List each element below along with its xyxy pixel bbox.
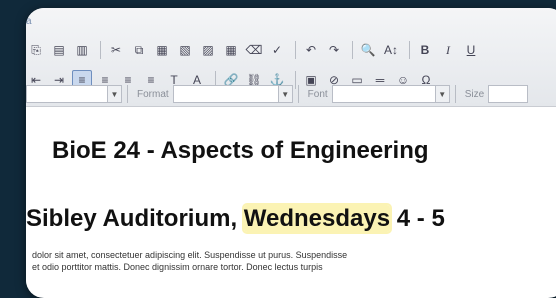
spellcheck-icon[interactable]: ✓ — [267, 40, 287, 60]
location-line: Sibley Auditorium, Wednesdays 4 - 5 — [26, 205, 445, 233]
style-select[interactable]: ▼ — [26, 85, 122, 103]
location-text: Sibley Auditorium, — [26, 205, 244, 232]
cut-icon[interactable]: ✂ — [106, 40, 126, 60]
font-select-field[interactable] — [331, 85, 436, 103]
page-title: BioE 24 - Aspects of Engineering — [52, 137, 429, 164]
style-select-field[interactable] — [26, 85, 108, 103]
eraser-icon[interactable]: ⌫ — [244, 40, 264, 60]
tag-fragment: a — [26, 16, 32, 27]
undo-icon[interactable]: ↶ — [301, 40, 321, 60]
new-doc-icon[interactable]: ⎘ — [26, 40, 46, 60]
paste-word-icon[interactable]: ▨ — [198, 40, 218, 60]
chevron-down-icon[interactable]: ▼ — [108, 85, 122, 103]
font-select[interactable]: Font ▼ — [304, 85, 450, 103]
copy-icon[interactable]: ⧉ — [129, 40, 149, 60]
format-select-field[interactable] — [172, 85, 279, 103]
paste-icon[interactable]: ▦ — [152, 40, 172, 60]
copy-doc-icon[interactable]: ▤ — [49, 40, 69, 60]
paste-text-icon[interactable]: ▧ — [175, 40, 195, 60]
toolbar-row-3: ▼ Format ▼ Font ▼ Size — [26, 82, 529, 106]
format-select[interactable]: Format ▼ — [133, 85, 293, 103]
bold-button[interactable]: B — [415, 40, 435, 60]
body-paragraph: dolor sit amet, consectetuer adipiscing … — [32, 249, 347, 273]
toolbar-separator — [127, 85, 128, 103]
toolbar-separator — [454, 85, 456, 103]
toolbar-row-1: ⎘ ▤ ▥ ✂ ⧉ ▦ ▧ ▨ ▦ ⌫ ✓ ↶ ↷ 🔍 A↕ B I U — [26, 38, 484, 62]
editor-toolbar: a ⎘ ▤ ▥ ✂ ⧉ ▦ ▧ ▨ ▦ ⌫ ✓ ↶ ↷ 🔍 A↕ B I U ⇤ — [26, 8, 556, 107]
underline-button[interactable]: U — [461, 40, 481, 60]
paragraph-line: et odio porttitor mattis. Donec dignissi… — [32, 262, 323, 272]
size-label: Size — [464, 88, 485, 100]
replace-icon[interactable]: A↕ — [381, 40, 401, 60]
redo-icon[interactable]: ↷ — [324, 40, 344, 60]
chevron-down-icon[interactable]: ▼ — [435, 85, 450, 103]
italic-button[interactable]: I — [438, 40, 458, 60]
chevron-down-icon[interactable]: ▼ — [278, 85, 293, 103]
size-select-field[interactable] — [488, 85, 529, 103]
time-text: 4 - 5 — [390, 205, 445, 232]
toolbar-separator — [295, 41, 296, 59]
toolbar-separator — [409, 41, 410, 59]
toolbar-separator — [100, 41, 101, 59]
find-icon[interactable]: 🔍 — [358, 40, 378, 60]
toolbar-separator — [352, 41, 353, 59]
editor-window: a ⎘ ▤ ▥ ✂ ⧉ ▦ ▧ ▨ ▦ ⌫ ✓ ↶ ↷ 🔍 A↕ B I U ⇤ — [26, 8, 556, 298]
table-icon[interactable]: ▦ — [221, 40, 241, 60]
paste-doc-icon[interactable]: ▥ — [72, 40, 92, 60]
format-label: Format — [137, 88, 169, 100]
highlighted-day: Wednesdays — [243, 205, 391, 232]
toolbar-separator — [297, 85, 299, 103]
font-label: Font — [307, 88, 328, 100]
editor-content[interactable]: BioE 24 - Aspects of Engineering Sibley … — [26, 107, 556, 297]
paragraph-line: dolor sit amet, consectetuer adipiscing … — [32, 250, 348, 260]
size-select[interactable]: Size — [461, 85, 529, 103]
